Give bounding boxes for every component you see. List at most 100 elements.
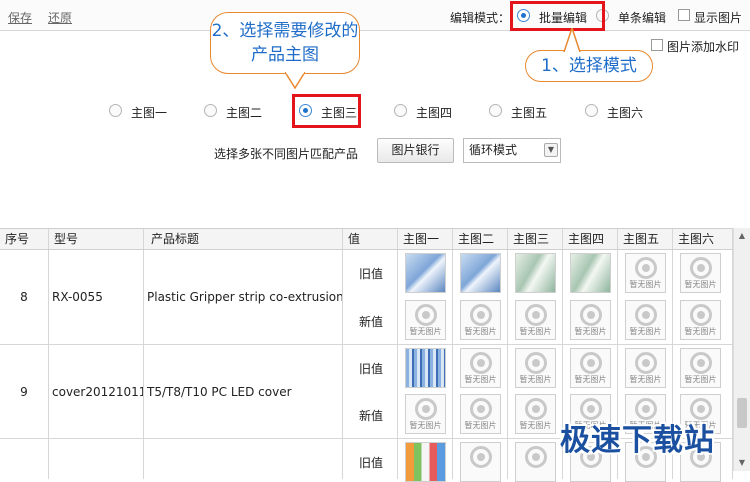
no-image-placeholder[interactable]: 暂无图片 — [680, 253, 721, 293]
main-image-6-label[interactable]: 主图六 — [607, 104, 643, 121]
no-image-icon — [690, 257, 712, 279]
batch-edit-highlight — [510, 1, 605, 31]
no-image-placeholder[interactable] — [460, 442, 501, 482]
no-image-icon — [635, 257, 657, 279]
no-image-icon — [415, 304, 437, 326]
callout-step2: 2、选择需要修改的产品主图 — [210, 12, 360, 74]
no-image-icon — [635, 352, 657, 374]
header-img5[interactable]: 主图五 — [618, 229, 673, 249]
table-row[interactable]: 8 RX-0055 Plastic Gripper strip co-extru… — [0, 250, 733, 345]
product-thumbnail[interactable] — [570, 253, 611, 293]
no-image-icon — [580, 304, 602, 326]
no-image-placeholder[interactable]: 暂无图片 — [625, 300, 666, 340]
old-value-label: 旧值 — [359, 362, 384, 376]
cell-no: 8 — [0, 250, 49, 344]
header-model[interactable]: 型号 — [49, 229, 144, 249]
callout-step1-text: 1、选择模式 — [541, 56, 637, 76]
show-images-checkbox[interactable] — [678, 9, 690, 21]
scrollbar-thumb[interactable] — [737, 398, 747, 428]
main-image-2-label[interactable]: 主图二 — [226, 104, 262, 121]
main-image-5-label[interactable]: 主图五 — [511, 104, 547, 121]
header-img1[interactable]: 主图一 — [398, 229, 453, 249]
no-image-placeholder[interactable]: 暂无图片 — [570, 348, 611, 388]
new-value-label: 新值 — [359, 315, 384, 329]
top-toolbar: 保存 还原 编辑模式： 批量编辑 单条编辑 显示图片 — [0, 0, 750, 31]
save-link[interactable]: 保存 — [8, 9, 32, 26]
no-image-placeholder[interactable]: 暂无图片 — [460, 394, 501, 434]
no-image-placeholder[interactable]: 暂无图片 — [515, 394, 556, 434]
cell-value: 旧值 新值 — [343, 250, 398, 344]
no-image-icon — [525, 352, 547, 374]
main-image-6-radio[interactable] — [585, 104, 598, 117]
main-image-2-radio[interactable] — [204, 104, 217, 117]
no-image-placeholder[interactable]: 暂无图片 — [515, 348, 556, 388]
restore-link[interactable]: 还原 — [48, 9, 72, 26]
add-watermark-label[interactable]: 图片添加水印 — [667, 38, 739, 55]
site-watermark: 极速下载站 — [560, 423, 715, 458]
no-image-placeholder[interactable]: 暂无图片 — [405, 300, 446, 340]
chevron-down-icon[interactable]: ▼ — [544, 143, 558, 157]
main-image-3-highlight — [292, 94, 361, 128]
old-value-label: 旧值 — [359, 267, 384, 281]
no-image-placeholder[interactable]: 暂无图片 — [625, 348, 666, 388]
show-images-label[interactable]: 显示图片 — [694, 9, 742, 26]
main-image-4-radio[interactable] — [394, 104, 407, 117]
no-image-icon — [690, 304, 712, 326]
callout-step1: 1、选择模式 — [525, 50, 653, 82]
cell-no: 9 — [0, 345, 49, 438]
no-image-icon — [635, 304, 657, 326]
no-image-placeholder[interactable]: 暂无图片 — [570, 300, 611, 340]
callout-step1-pointer — [563, 28, 581, 52]
edit-mode-label: 编辑模式： — [450, 11, 511, 25]
main-image-1-radio[interactable] — [109, 104, 122, 117]
no-image-placeholder[interactable]: 暂无图片 — [405, 394, 446, 434]
header-img4[interactable]: 主图四 — [563, 229, 618, 249]
vertical-scrollbar[interactable]: ▲ ▼ — [733, 228, 750, 471]
cell-model: cover20121011 — [49, 345, 144, 438]
callout-step2-text: 2、选择需要修改的产品主图 — [211, 21, 359, 65]
match-images-label: 选择多张不同图片匹配产品 — [214, 147, 359, 161]
product-thumbnail[interactable] — [515, 253, 556, 293]
no-image-icon — [470, 304, 492, 326]
scroll-up-icon[interactable]: ▲ — [734, 228, 750, 244]
single-edit-label[interactable]: 单条编辑 — [618, 9, 666, 26]
no-image-icon — [470, 352, 492, 374]
no-image-icon — [470, 446, 492, 468]
scroll-down-icon[interactable]: ▼ — [734, 455, 750, 471]
no-image-icon — [690, 352, 712, 374]
image-bank-button[interactable]: 图片银行 — [377, 138, 454, 163]
cell-title — [144, 439, 343, 479]
main-image-4-label[interactable]: 主图四 — [416, 104, 452, 121]
no-image-placeholder[interactable] — [515, 442, 556, 482]
add-watermark-checkbox[interactable] — [651, 39, 663, 51]
main-image-5-radio[interactable] — [489, 104, 502, 117]
loop-mode-value: 循环模式 — [469, 143, 518, 157]
header-img3[interactable]: 主图三 — [508, 229, 563, 249]
cell-value: 旧值 — [343, 439, 398, 479]
new-value-label: 新值 — [359, 409, 384, 423]
cell-no — [0, 439, 49, 479]
header-no[interactable]: 序号 — [0, 229, 49, 249]
main-image-1-label[interactable]: 主图一 — [131, 104, 167, 121]
header-title[interactable]: 产品标题 — [144, 229, 343, 249]
cell-title: Plastic Gripper strip co-extrusion — [144, 250, 343, 344]
product-thumbnail[interactable] — [405, 348, 446, 388]
no-image-placeholder[interactable]: 暂无图片 — [625, 253, 666, 293]
product-thumbnail[interactable] — [405, 253, 446, 293]
loop-mode-select[interactable]: 循环模式 ▼ — [463, 138, 561, 163]
cell-title: T5/T8/T10 PC LED cover — [144, 345, 343, 438]
header-value[interactable]: 值 — [343, 229, 398, 249]
no-image-icon — [525, 398, 547, 420]
no-image-placeholder[interactable]: 暂无图片 — [460, 300, 501, 340]
product-thumbnail[interactable] — [405, 442, 446, 482]
header-img6[interactable]: 主图六 — [673, 229, 733, 249]
no-image-placeholder[interactable]: 暂无图片 — [680, 300, 721, 340]
no-image-icon — [470, 398, 492, 420]
no-image-placeholder[interactable]: 暂无图片 — [460, 348, 501, 388]
no-image-icon — [415, 398, 437, 420]
no-image-placeholder[interactable]: 暂无图片 — [680, 348, 721, 388]
no-image-placeholder[interactable]: 暂无图片 — [515, 300, 556, 340]
no-image-icon — [580, 352, 602, 374]
header-img2[interactable]: 主图二 — [453, 229, 508, 249]
product-thumbnail[interactable] — [460, 253, 501, 293]
